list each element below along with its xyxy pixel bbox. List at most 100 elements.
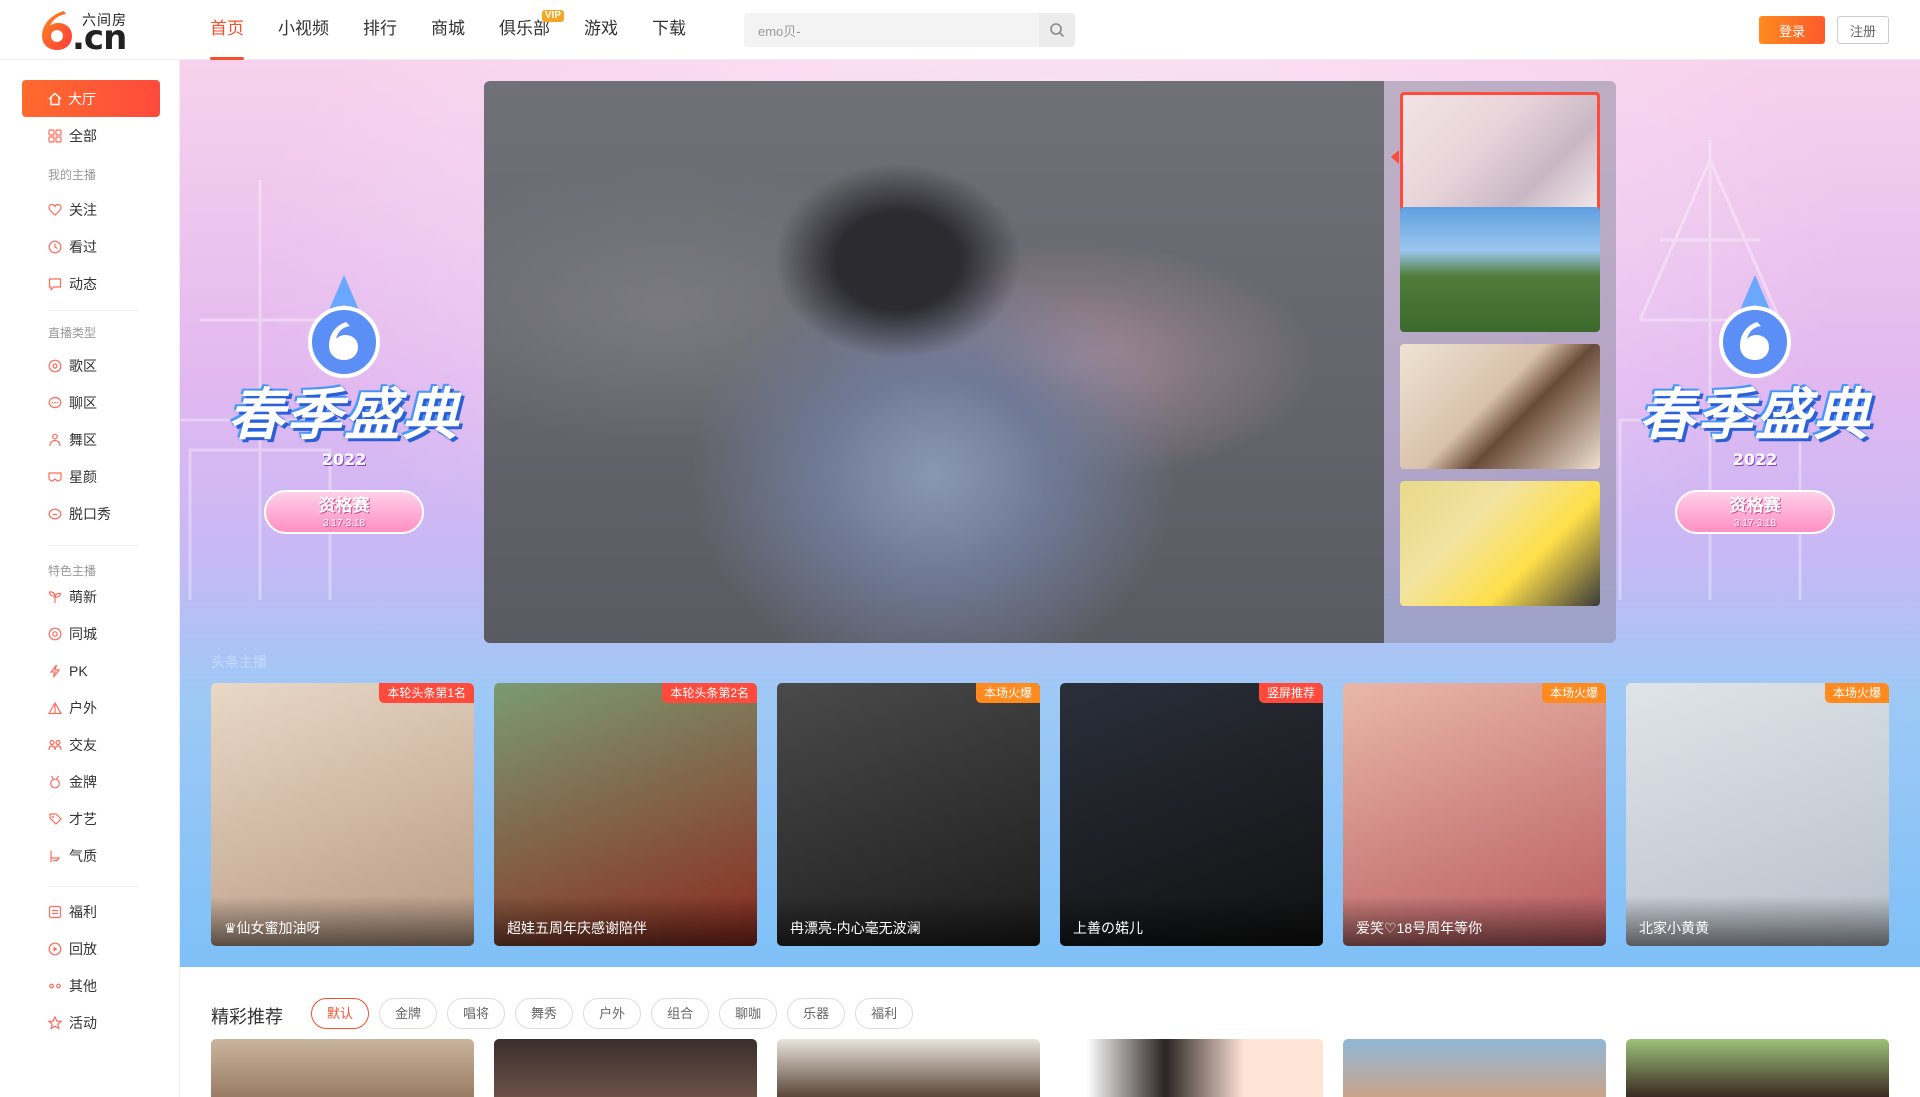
live-card[interactable]: 本场火爆 冉漂亮-内心毫无波澜	[777, 683, 1040, 946]
card-anchor-name: 爱笑♡18号周年等你	[1356, 920, 1483, 936]
card-badge: 本场火爆	[1824, 683, 1889, 703]
recommend-card[interactable]	[1343, 1039, 1606, 1097]
register-button[interactable]: 注册	[1837, 16, 1889, 44]
top-header: 六间房 .cn 首页 小视频 排行 商城 俱乐部VIP 游戏 下载 登录 注册	[0, 0, 1920, 60]
recommend-card[interactable]	[1626, 1039, 1889, 1097]
event-dates: 3.17-3.18	[1733, 518, 1777, 529]
event-stage-pill[interactable]: 资格赛 3.17-3.18	[1675, 490, 1835, 534]
sidebar-item-replay[interactable]: 回放	[48, 934, 97, 964]
sidebar-item-dating[interactable]: 交友	[48, 730, 97, 760]
sidebar-item-label: 动态	[69, 276, 97, 292]
left-sidebar: 大厅 全部 我的主播 关注 看过 动态 直播类型 歌区 聊区 舞区 星颜 脱口秀…	[0, 60, 180, 1097]
live-card[interactable]: 竖屏推荐 上善の婼儿	[1060, 683, 1323, 946]
recommend-card[interactable]	[494, 1039, 757, 1097]
event-emblem-left: 春季盛典 2022 资格赛 3.17-3.18	[204, 275, 484, 610]
filter-tab-dance[interactable]: 舞秀	[515, 998, 574, 1029]
sidebar-item-talk[interactable]: 聊区	[48, 388, 97, 418]
live-video-player[interactable]	[484, 81, 1384, 643]
sidebar-group-feature: 特色主播	[48, 564, 97, 578]
event-title: 春季盛典	[1639, 383, 1871, 448]
nav-short-video[interactable]: 小视频	[278, 0, 329, 60]
event-year: 2022	[1732, 450, 1778, 469]
card-anchor-name: 北家小黄黄	[1639, 920, 1709, 936]
sidebar-item-history[interactable]: 看过	[48, 232, 97, 262]
sidebar-item-local[interactable]: 同城	[48, 619, 97, 649]
sidebar-item-label: 其他	[69, 978, 97, 994]
event-stage-pill[interactable]: 资格赛 3.17-3.18	[264, 490, 424, 534]
filter-tab-instrument[interactable]: 乐器	[787, 998, 846, 1029]
thumbnail-image	[1400, 344, 1600, 469]
event-dates: 3.17-3.18	[322, 518, 366, 529]
sidebar-item-label: 户外	[69, 700, 97, 716]
people-icon	[48, 738, 62, 752]
nav-download[interactable]: 下载	[652, 0, 686, 60]
nav-ranking-label: 排行	[363, 19, 397, 38]
sidebar-item-all[interactable]: 全部	[48, 121, 97, 151]
login-button[interactable]: 登录	[1759, 16, 1825, 44]
sidebar-item-dance[interactable]: 舞区	[48, 425, 97, 455]
sidebar-item-events[interactable]: 活动	[48, 1008, 97, 1038]
sidebar-item-follow[interactable]: 关注	[48, 195, 97, 225]
gift-icon	[48, 905, 62, 919]
nav-mall[interactable]: 商城	[431, 0, 465, 60]
live-card[interactable]: 本轮头条第1名 ♛仙女蜜加油呀	[211, 683, 474, 946]
filter-tab-chat[interactable]: 聊咖	[719, 998, 778, 1029]
recommend-card[interactable]	[777, 1039, 1040, 1097]
search-button[interactable]	[1039, 13, 1075, 47]
mic-icon	[48, 507, 62, 521]
music-icon	[48, 359, 62, 373]
clock-icon	[48, 240, 62, 254]
sidebar-item-talent[interactable]: 才艺	[48, 804, 97, 834]
live-card[interactable]: 本场火爆 爱笑♡18号周年等你	[1343, 683, 1606, 946]
nav-home[interactable]: 首页	[210, 0, 244, 60]
dancer-icon	[48, 433, 62, 447]
sidebar-item-song[interactable]: 歌区	[48, 351, 97, 381]
sidebar-item-temperament[interactable]: 气质	[48, 841, 97, 871]
featured-thumbnail[interactable]	[1400, 92, 1600, 217]
search-input[interactable]	[744, 13, 1040, 47]
filter-tab-gold[interactable]: 金牌	[379, 998, 438, 1029]
filter-tab-welfare[interactable]: 福利	[855, 998, 914, 1029]
featured-thumbnail[interactable]	[1400, 207, 1600, 332]
recommend-card[interactable]	[1060, 1039, 1323, 1097]
featured-thumbnail[interactable]	[1400, 481, 1600, 606]
sidebar-item-other[interactable]: 其他	[48, 971, 97, 1001]
sidebar-item-label: 才艺	[69, 811, 97, 827]
sidebar-group-type: 直播类型	[48, 326, 97, 340]
filter-tab-singer[interactable]: 唱将	[447, 998, 506, 1029]
card-badge: 竖屏推荐	[1258, 683, 1323, 703]
play-icon	[48, 942, 62, 956]
sidebar-item-beauty[interactable]: 星颜	[48, 462, 97, 492]
live-card[interactable]: 本场火爆 北家小黄黄	[1626, 683, 1889, 946]
nav-short-video-label: 小视频	[278, 19, 329, 38]
sidebar-item-outdoor[interactable]: 户外	[48, 693, 97, 723]
featured-thumbnail[interactable]	[1400, 344, 1600, 469]
live-card[interactable]: 本轮头条第2名 超娃五周年庆感谢陪伴	[494, 683, 757, 946]
sidebar-item-label: 萌新	[69, 589, 97, 605]
sidebar-item-welfare[interactable]: 福利	[48, 897, 97, 927]
sidebar-item-label: 看过	[69, 239, 97, 255]
sidebar-item-pk[interactable]: PK	[48, 656, 88, 686]
sidebar-item-label: 大厅	[68, 90, 96, 107]
card-badge: 本轮头条第2名	[662, 683, 757, 703]
nav-games[interactable]: 游戏	[584, 0, 618, 60]
sidebar-item-gold[interactable]: 金牌	[48, 767, 97, 797]
nav-club[interactable]: 俱乐部 VIP	[499, 0, 564, 60]
filter-tab-group[interactable]: 组合	[651, 998, 710, 1029]
sidebar-item-feed[interactable]: 动态	[48, 269, 97, 299]
event-stage: 资格赛	[1729, 496, 1781, 515]
sidebar-item-label: PK	[69, 663, 88, 679]
sidebar-item-newbie[interactable]: 萌新	[48, 582, 97, 612]
recommend-card[interactable]	[211, 1039, 474, 1097]
nav-ranking[interactable]: 排行	[363, 0, 397, 60]
sidebar-item-talkshow[interactable]: 脱口秀	[48, 499, 111, 529]
event-title: 春季盛典	[228, 383, 460, 448]
sidebar-divider	[48, 545, 138, 546]
sidebar-item-label: 福利	[69, 904, 97, 920]
filter-tab-default[interactable]: 默认	[311, 998, 370, 1029]
sidebar-item-lobby[interactable]: 大厅	[22, 80, 160, 117]
card-badge: 本场火爆	[975, 683, 1040, 703]
chat-icon	[48, 277, 62, 291]
site-logo[interactable]: 六间房 .cn	[38, 8, 138, 58]
filter-tab-outdoor[interactable]: 户外	[583, 998, 642, 1029]
